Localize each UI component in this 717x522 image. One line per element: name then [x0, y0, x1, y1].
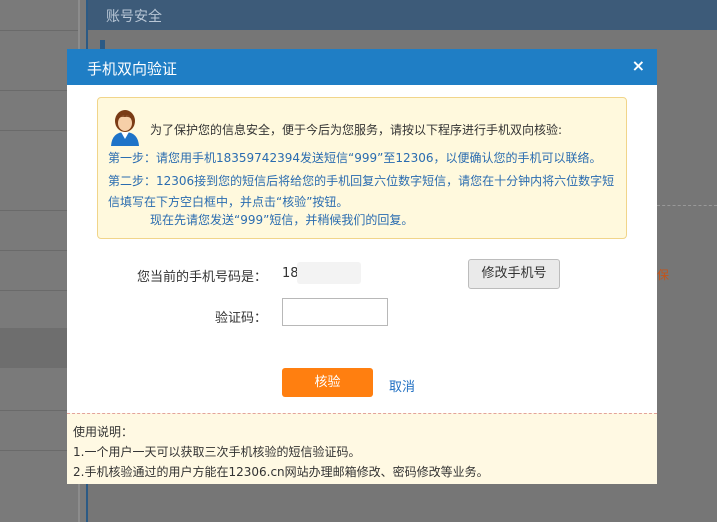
dialog-title-bar: 手机双向验证 × — [67, 49, 657, 85]
background-dashed-line — [657, 205, 717, 206]
background-orange-text: 保 — [657, 268, 670, 282]
dialog-title: 手机双向验证 — [87, 60, 178, 78]
usage-item: 2.手机核验通过的用户方能在12306.cn网站办理邮箱修改、密码修改等业务。 — [73, 465, 489, 479]
phone-label: 您当前的手机号码是： — [136, 270, 267, 285]
code-label: 验证码： — [214, 311, 267, 326]
verification-code-input[interactable] — [282, 298, 388, 326]
usage-instructions: 使用说明： 1.一个用户一天可以获取三次手机核验的短信验证码。 2.手机核验通过… — [67, 413, 657, 484]
notice-wait: 现在先请您发送“999”短信，并稍候我们的回复。 — [150, 213, 414, 227]
notice-intro: 为了保护您的信息安全，便于今后为您服务，请按以下程序进行手机双向核验: — [150, 123, 563, 137]
verify-button[interactable]: 核验 — [282, 368, 373, 397]
cancel-link[interactable]: 取消 — [389, 376, 415, 395]
background-section-title: 账号安全 — [106, 9, 162, 25]
usage-item: 1.一个用户一天可以获取三次手机核验的短信验证码。 — [73, 445, 361, 459]
phone-verify-dialog: 手机双向验证 × 为了保护您的信息安全，便于今后为您服务，请按以下程序进行手机双… — [67, 49, 657, 484]
notice-step2: 第二步：12306接到您的短信后将给您的手机回复六位数字短信，请您在十分钟内将六… — [108, 174, 615, 209]
background-header: 账号安全 — [88, 0, 717, 30]
customer-service-avatar-icon — [111, 110, 139, 146]
phone-number-mask — [297, 262, 361, 284]
notice-step1: 第一步：请您用手机18359742394发送短信“999”至12306，以便确认… — [108, 151, 602, 165]
usage-title: 使用说明： — [73, 425, 134, 439]
change-phone-button[interactable]: 修改手机号 — [468, 259, 560, 289]
notice-box: 为了保护您的信息安全，便于今后为您服务，请按以下程序进行手机双向核验: 第一步：… — [97, 97, 627, 239]
close-icon[interactable]: × — [632, 56, 645, 75]
